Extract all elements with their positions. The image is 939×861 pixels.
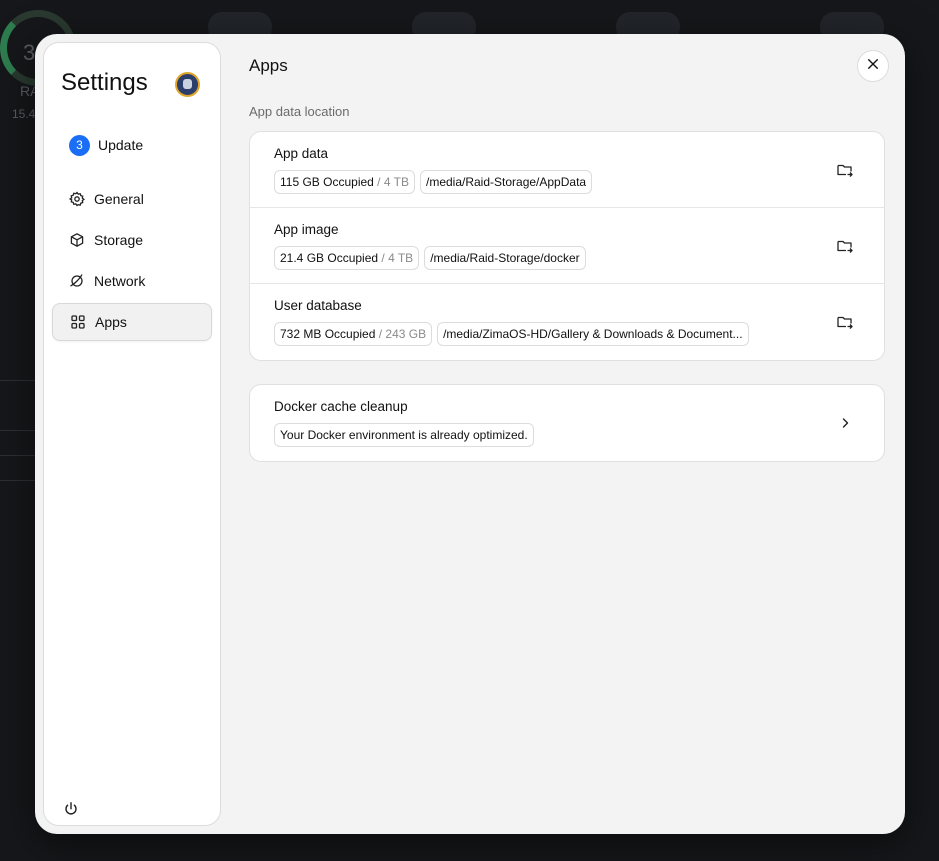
sidebar-item-storage[interactable]: Storage (52, 221, 212, 259)
background-gauge-value: 3 (23, 40, 36, 65)
path-chip: /media/Raid-Storage/AppData (419, 170, 593, 194)
sidebar-item-label: Update (98, 137, 144, 153)
background-divider (0, 455, 38, 456)
docker-cache-title: Docker cache cleanup (274, 399, 408, 414)
docker-status-chip: Your Docker environment is already optim… (274, 423, 534, 447)
sidebar-item-label: Apps (95, 314, 127, 330)
location-title: User database (274, 298, 362, 313)
path-chip: /media/Raid-Storage/docker (424, 246, 586, 270)
section-label-app-data-location: App data location (249, 104, 350, 119)
occupied-chip: 732 MB Occupied / 243 GB (274, 322, 433, 346)
location-row-user-database: User database 732 MB Occupied / 243 GB /… (250, 284, 884, 360)
background-divider (0, 480, 38, 481)
app-data-location-card: App data 115 GB Occupied / 4 TB /media/R… (249, 131, 885, 361)
background-divider (0, 380, 38, 381)
network-globe-icon (69, 273, 85, 289)
gear-icon (69, 191, 85, 207)
chevron-right-icon (836, 414, 854, 432)
occupied-chip: 21.4 GB Occupied / 4 TB (274, 246, 420, 270)
sidebar-item-label: Network (94, 273, 146, 289)
occupied-chip: 115 GB Occupied / 4 TB (274, 170, 415, 194)
cube-icon (69, 232, 85, 248)
update-count-badge: 3 (69, 134, 90, 156)
location-row-app-image: App image 21.4 GB Occupied / 4 TB /media… (250, 208, 884, 284)
sidebar-item-label: Storage (94, 232, 144, 248)
user-avatar[interactable] (175, 72, 200, 97)
docker-cache-card[interactable]: Docker cache cleanup Your Docker environ… (249, 384, 885, 462)
sidebar-item-apps[interactable]: Apps (52, 303, 212, 341)
settings-title: Settings (61, 69, 148, 96)
settings-dialog: Settings 3 Update General Storage Networ… (35, 34, 905, 834)
apps-grid-icon (70, 314, 86, 330)
path-chip: /media/ZimaOS-HD/Gallery & Downloads & D… (437, 322, 749, 346)
background-value: 15.4 (12, 107, 36, 121)
close-button[interactable] (857, 50, 889, 82)
location-title: App data (274, 146, 329, 161)
page-title: Apps (249, 56, 288, 75)
settings-sidebar: Settings 3 Update General Storage Networ… (43, 42, 221, 826)
sidebar-item-network[interactable]: Network (52, 262, 212, 300)
location-row-app-data: App data 115 GB Occupied / 4 TB /media/R… (250, 132, 884, 208)
change-folder-icon[interactable] (836, 237, 854, 255)
change-folder-icon[interactable] (836, 313, 854, 331)
close-icon (867, 57, 879, 75)
sidebar-item-label: General (94, 191, 144, 207)
background-divider (0, 430, 38, 431)
sidebar-item-update[interactable]: 3 Update (69, 134, 144, 156)
location-title: App image (274, 222, 339, 237)
power-icon[interactable] (63, 801, 79, 817)
docker-cache-row[interactable]: Docker cache cleanup Your Docker environ… (250, 385, 884, 461)
change-folder-icon[interactable] (836, 161, 854, 179)
sidebar-item-general[interactable]: General (52, 180, 212, 218)
